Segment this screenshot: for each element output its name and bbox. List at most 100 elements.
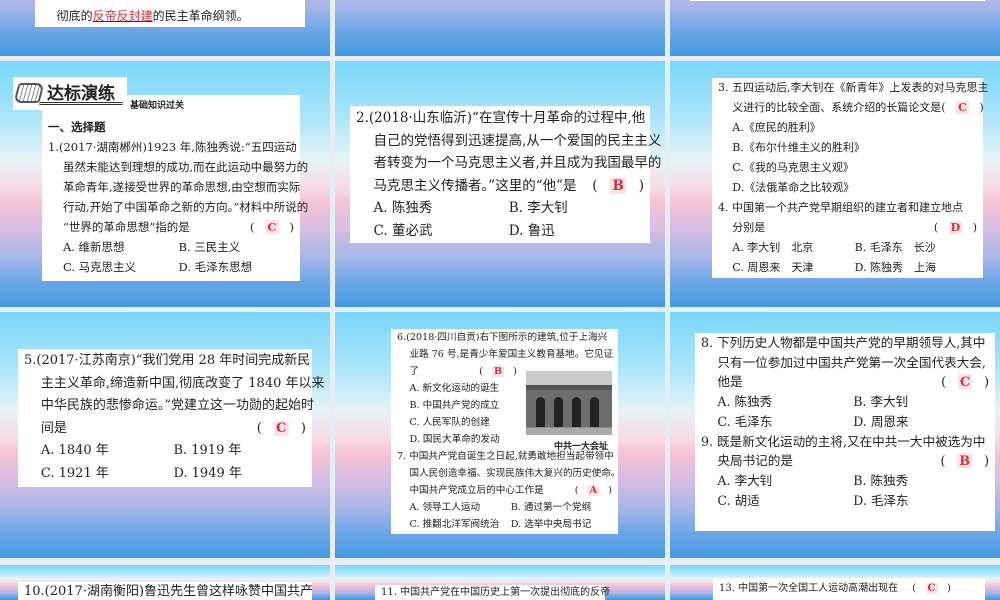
options-row: C. 1921 年 D. 1949 年 (24, 463, 306, 486)
answer-option[interactable]: C. 胡适 (717, 491, 853, 511)
answer-bracket: ( C ) (941, 101, 984, 114)
question-line: 主主义革命,缔造新中国,彻底改变了 1840 年以来 (24, 373, 325, 396)
question-text: C. 人民军队的创建 (409, 417, 490, 428)
answer-option[interactable]: B. 1919 年 (173, 440, 306, 463)
question-line: 中华民族的悲惨命运。”党建立这一功勋的起始时 (24, 395, 314, 418)
question-text: A.《庶民的胜利》 (732, 121, 821, 134)
answer-bracket: ( D ) (933, 221, 977, 234)
question-text: 主主义革命,缔造新中国,彻底改变了 1840 年以来 (40, 375, 325, 391)
options-row: A. 1840 年 B. 1919 年 (24, 440, 306, 463)
question-line: 彻底的 反帝反封建 的民主革命纲领。 (41, 5, 299, 27)
answer-letter: C (274, 420, 289, 436)
answer-option[interactable]: D. 陈独秀 上海 (855, 258, 977, 278)
answer-option[interactable]: A. 领导工人运动 (409, 499, 510, 516)
answer-option[interactable]: B. 李大钊 (853, 392, 989, 412)
question-text: 只有一位参加过中国共产党第一次全国代表大会, (717, 354, 986, 370)
question-line: C.《我的马克思主义观》 (718, 158, 977, 178)
question-line: 8. 下列历史人物都是中国共产党的早期领导人,其中 (701, 333, 989, 353)
answer-option[interactable]: A. 李大钊 (717, 471, 853, 491)
question-text: 行动,开始了中国革命之新的方向。”材料中所说的 (62, 200, 309, 214)
answer-option[interactable]: C. 马克思主义 (63, 257, 179, 277)
question-line: 9. 既是新文化运动的主将,又在中共一大中被选为中 (701, 432, 989, 452)
answer-bracket: ( C ) (249, 220, 294, 234)
answer-option[interactable]: A. 陈独秀 (717, 392, 853, 412)
answer-option[interactable]: D. 毛泽东 (853, 491, 989, 511)
answer-option[interactable]: D. 周恩来 (853, 412, 989, 432)
question-line: A.《庶民的胜利》 (718, 118, 977, 138)
question-line: 10.(2017·湖南衡阳)鲁迅先生曾这样咏赞中国共产 (24, 583, 313, 600)
answer-option[interactable]: C. 毛泽东 (717, 412, 853, 432)
question-text: 10.(2017·湖南衡阳)鲁迅先生曾这样咏赞中国共产 (24, 584, 314, 599)
answer-bracket: ( A ) (574, 485, 612, 496)
filled-answer: 反帝反封建 (92, 9, 153, 23)
section-subtitle: 基础知识过关 (130, 101, 185, 111)
answer-letter: C (925, 583, 938, 594)
answer-option[interactable]: D. 1949 年 (173, 463, 306, 486)
question-text: 他是 (717, 374, 743, 390)
answer-option[interactable]: B. 三民主义 (178, 237, 294, 257)
question-text: 6.(2018·四川自贡)右下图所示的建筑,位于上海兴 (397, 332, 608, 343)
question-line: 5.(2017·江苏南京)“我们党用 28 年时间完成新民 (24, 350, 310, 373)
question-line: 革命青年,遂接受世界的革命思想,由空想而实际 (48, 177, 300, 197)
question-text: 了 (409, 366, 420, 377)
question-text: D.《法俄革命之比较观》 (732, 181, 855, 194)
answer-bracket: ( B ) (479, 366, 517, 377)
options-row: C. 马克思主义 D. 毛泽东思想 (48, 257, 294, 277)
answer-option[interactable]: A. 陈独秀 (374, 197, 509, 220)
question-text: 革命青年,遂接受世界的革命思想,由空想而实际 (62, 180, 301, 194)
content-box: 中共一大会址 6.(2018·四川自贡)右下图所示的建筑,位于上海兴业路 76 号… (391, 329, 621, 534)
question-text: 4. 中国第一个共产党早期组织的建立者和建立地点 (718, 201, 963, 214)
answer-letter: B (957, 453, 973, 469)
photo-caption: 中共一大会址 (553, 442, 608, 452)
question-text: 自己的党悟得到迅速提高,从一个爱国的民主主义 (373, 132, 662, 149)
question-text: 马克思主义传播者。”这里的“他”是 (373, 177, 577, 194)
answer-option[interactable]: D. 选举中央局书记 (511, 516, 612, 533)
answer-option[interactable]: A. 维新思想 (63, 237, 179, 257)
answer-letter: C (956, 101, 969, 114)
question-line: 业路 76 号,是青少年爱国主义教育基地。它见证 (397, 346, 614, 363)
question-text: C.《我的马克思主义观》 (732, 161, 854, 174)
question-line: 他是 ( C ) (701, 372, 989, 392)
section-header: 达标演练 (13, 77, 127, 110)
answer-option[interactable]: A. 1840 年 (41, 440, 174, 463)
question-line: 13. 中国第一次全国工人运动高潮出现在 ( C ) (719, 579, 979, 599)
door-shape (554, 397, 563, 427)
question-text: B.《布尔什维主义的胜利》 (732, 141, 865, 154)
options-row: A. 陈独秀 B. 李大钊 (356, 197, 644, 220)
answer-option[interactable]: B. 毛泽东 长沙 (855, 238, 977, 258)
underline-divider (39, 102, 123, 105)
door-shape (536, 397, 545, 427)
question-text: 中国共产党成立后的中心工作是 (409, 485, 544, 496)
options-row: A. 李大钊 北京 B. 毛泽东 长沙 (718, 238, 977, 258)
options-row: A. 维新思想 B. 三民主义 (48, 237, 294, 257)
answer-option[interactable]: D. 毛泽东思想 (178, 257, 294, 277)
answer-option[interactable]: C. 周恩来 天津 (732, 258, 854, 278)
answer-bracket: ( B ) (940, 453, 989, 469)
options-row: A. 陈独秀 B. 李大钊 (701, 392, 989, 412)
question-text: 国人民创造幸福、实现民族伟大复兴的历史使命。 (409, 468, 621, 479)
answer-option[interactable]: B. 通过第一个党纲 (511, 499, 612, 516)
answer-option[interactable]: B. 李大钊 (509, 197, 644, 220)
answer-letter: C (265, 220, 279, 234)
question-text: A. 新文化运动的诞生 (409, 383, 500, 394)
question-line: 义进行的比较全面、系统介绍的长篇论文是( C ) (718, 98, 984, 118)
question-text: 8. 下列历史人物都是中国共产党的早期领导人,其中 (701, 335, 986, 350)
answer-option[interactable]: B. 陈独秀 (853, 471, 989, 491)
text: 彻底的 (56, 9, 93, 23)
slide-r1c2 (335, 0, 665, 56)
answer-option[interactable]: C. 推翻北洋军阀统治 (409, 516, 510, 533)
answer-option[interactable]: D. 鲁迅 (509, 220, 644, 243)
question-text: 央局书记的是 (717, 453, 793, 469)
question-text: 一、选择题 (48, 120, 106, 134)
answer-option[interactable]: A. 李大钊 北京 (732, 238, 854, 258)
question-line: 6.(2018·四川自贡)右下图所示的建筑,位于上海兴 (397, 329, 612, 346)
answer-bracket: ( C ) (912, 583, 951, 594)
question-line: 2.(2018·山东临沂)“在宣传十月革命的过程中,他 (356, 107, 645, 130)
answer-bracket: ( C ) (941, 374, 989, 390)
book-icon (13, 83, 45, 103)
options-row: C. 胡适 D. 毛泽东 (701, 491, 989, 511)
question-text: 业路 76 号,是青少年爱国主义教育基地。它见证 (409, 349, 614, 360)
answer-option[interactable]: C. 1921 年 (41, 463, 174, 486)
answer-option[interactable]: C. 董必武 (374, 220, 509, 243)
question-line: 国人民创造幸福、实现民族伟大复兴的历史使命。 (397, 465, 620, 482)
